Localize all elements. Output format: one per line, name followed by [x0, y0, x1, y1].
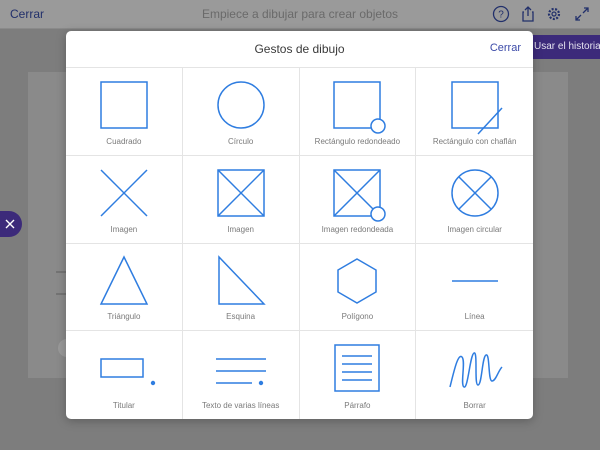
gesture-label: Círculo [227, 136, 254, 146]
multiline-text-icon [215, 358, 266, 386]
scribble-icon [448, 352, 503, 389]
gesture-image-cross[interactable]: Imagen [66, 155, 183, 244]
gesture-label: Línea [464, 312, 485, 322]
square-icon [100, 81, 148, 129]
gesture-label: Imagen redondeada [321, 224, 394, 234]
rounded-image-icon [333, 169, 387, 222]
line-icon [451, 279, 498, 282]
gesture-multiline-text[interactable]: Texto de varias líneas [183, 331, 300, 419]
gesture-polygon[interactable]: Polígono [299, 243, 417, 332]
gesture-square[interactable]: Cuadrado [66, 68, 183, 156]
circular-image-icon [450, 169, 499, 217]
share-icon[interactable] [519, 5, 537, 23]
gesture-paragraph[interactable]: Párrafo [300, 331, 417, 419]
gestures-grid: Cuadrado Círculo Rectángulo redondeado R… [66, 68, 533, 419]
image-box-icon [216, 169, 265, 217]
gesture-label: Párrafo [344, 401, 371, 410]
gesture-label: Imagen [110, 224, 138, 234]
app-toolbar: Cerrar Empiece a dibujar para crear obje… [0, 0, 600, 29]
gesture-image-box[interactable]: Imagen [182, 155, 300, 244]
dialog-title: Gestos de dibujo [254, 42, 345, 56]
cross-icon [100, 169, 148, 217]
gesture-label: Imagen [227, 224, 254, 234]
chamfered-rectangle-icon [450, 81, 503, 135]
dialog-header: Gestos de dibujo Cerrar [66, 31, 533, 68]
gesture-circle[interactable]: Círculo [182, 68, 300, 156]
svg-text:?: ? [498, 10, 504, 21]
gesture-erase[interactable]: Borrar [416, 331, 533, 419]
headline-icon [100, 358, 156, 386]
gesture-rounded-image[interactable]: Imagen redondeada [299, 155, 417, 244]
circle-icon [216, 81, 265, 129]
gesture-rounded-rectangle[interactable]: Rectángulo redondeado [299, 68, 417, 156]
gesture-circular-image[interactable]: Imagen circular [416, 156, 533, 244]
hexagon-icon [337, 257, 378, 304]
use-history-button[interactable]: Usar el historial [528, 35, 600, 59]
gesture-label: Titular [112, 401, 135, 410]
paragraph-icon [334, 344, 381, 392]
gesture-label: Polígono [341, 312, 374, 322]
gear-icon[interactable] [545, 5, 563, 23]
gesture-headline[interactable]: Titular [66, 331, 183, 419]
gesture-label: Cuadrado [106, 136, 142, 146]
gesture-label: Esquina [226, 312, 256, 322]
gesture-label: Rectángulo con chaflán [432, 136, 517, 146]
dialog-close-button[interactable]: Cerrar [490, 42, 521, 54]
drawing-gestures-dialog: Gestos de dibujo Cerrar Cuadrado Círculo… [66, 31, 533, 419]
side-close-button[interactable] [0, 211, 22, 237]
gesture-label: Triángulo [107, 312, 141, 322]
gesture-chamfered-rectangle[interactable]: Rectángulo con chaflán [416, 68, 533, 156]
gesture-label: Texto de varias líneas [201, 401, 280, 410]
help-icon[interactable]: ? [492, 5, 510, 23]
gesture-label: Imagen circular [447, 224, 502, 234]
triangle-icon [99, 254, 149, 305]
gesture-label: Borrar [463, 401, 486, 410]
rounded-rectangle-icon [333, 81, 387, 134]
corner-icon [217, 254, 266, 305]
gesture-corner[interactable]: Esquina [182, 243, 300, 332]
gesture-triangle[interactable]: Triángulo [66, 243, 183, 332]
gesture-line[interactable]: Línea [416, 244, 533, 332]
app-title: Empiece a dibujar para crear objetos [201, 7, 399, 21]
close-icon [5, 219, 15, 229]
gesture-label: Rectángulo redondeado [314, 136, 401, 146]
expand-icon[interactable] [573, 5, 591, 23]
